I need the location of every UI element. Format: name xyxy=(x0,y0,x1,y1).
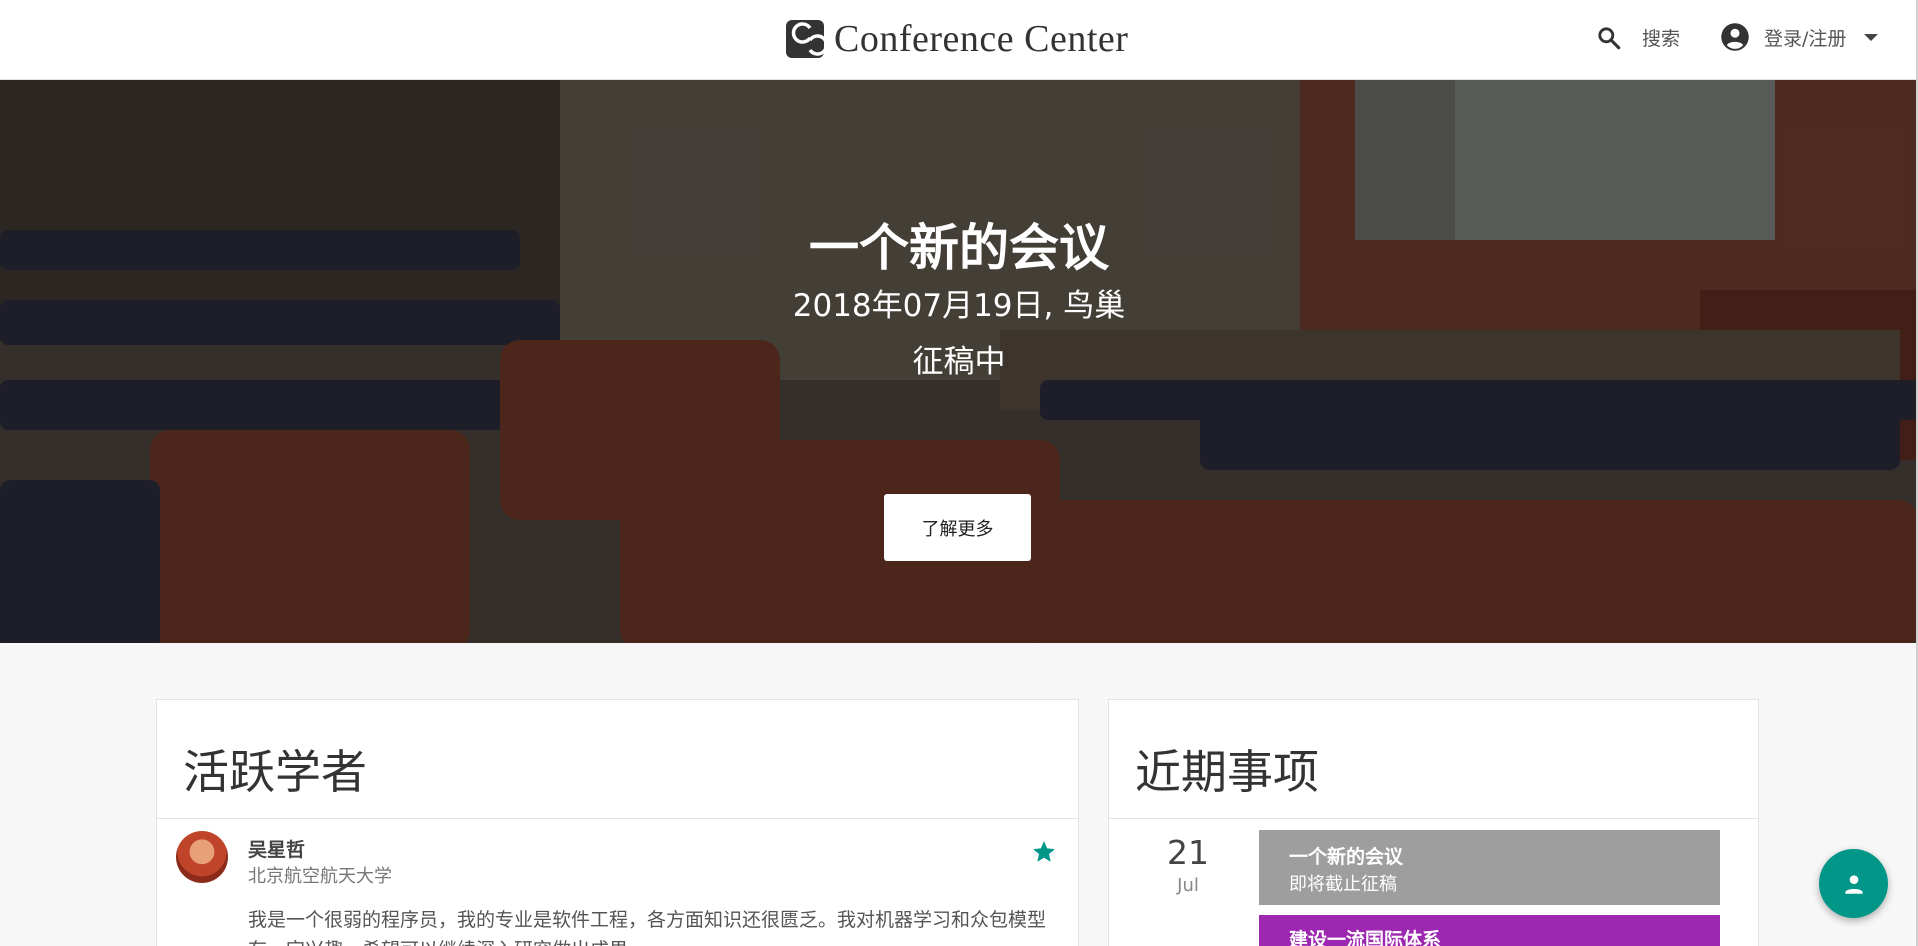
learn-more-button[interactable]: 了解更多 xyxy=(884,494,1031,561)
profile-fab-button[interactable] xyxy=(1819,849,1888,918)
logo-icon xyxy=(786,20,824,58)
hero-banner: 一个新的会议 2018年07月19日, 鸟巢 征稿中 了解更多 xyxy=(0,80,1918,643)
account-circle-icon xyxy=(1721,23,1749,51)
hero-title: 一个新的会议 xyxy=(809,219,1109,277)
event-card[interactable]: 一个新的会议 即将截止征稿 xyxy=(1259,830,1720,905)
person-icon xyxy=(1844,874,1863,894)
avatar[interactable] xyxy=(176,831,228,883)
active-scholars-title: 活跃学者 xyxy=(183,745,367,799)
search-icon xyxy=(1598,26,1621,49)
scholar-bio: 我是一个很弱的程序员，我的专业是软件工程，各方面知识还很匮乏。我对机器学习和众包… xyxy=(248,909,1047,946)
event-title: 一个新的会议 xyxy=(1289,846,1404,868)
event-day: 21 xyxy=(1167,833,1209,872)
active-scholars-card: 活跃学者 吴星哲 北京航空航天大学 我是一个很弱的程序员，我的专业是软件工程，各… xyxy=(156,699,1079,946)
caret-down-icon xyxy=(1864,33,1879,41)
top-navbar: Conference Center 搜索 登录/注册 xyxy=(0,0,1918,80)
login-register-menu[interactable]: 登录/注册 xyxy=(1720,22,1879,52)
scholar-affiliation: 北京航空航天大学 xyxy=(248,866,392,887)
scholar-name[interactable]: 吴星哲 xyxy=(248,835,305,862)
hero-status: 征稿中 xyxy=(912,344,1006,380)
search-label: 搜索 xyxy=(1642,28,1681,50)
divider xyxy=(1109,818,1758,819)
brand-title: Conference Center xyxy=(834,18,1129,60)
upcoming-events-card: 近期事项 21 Jul 一个新的会议 即将截止征稿 建设一流国际体系 xyxy=(1108,699,1759,946)
star-icon[interactable] xyxy=(1031,839,1057,869)
event-title: 建设一流国际体系 xyxy=(1289,929,1442,946)
upcoming-events-title: 近期事项 xyxy=(1135,745,1319,799)
event-status: 即将截止征稿 xyxy=(1289,874,1397,895)
event-month: Jul xyxy=(1177,875,1199,896)
login-label: 登录/注册 xyxy=(1764,27,1847,50)
hero-subtitle: 2018年07月19日, 鸟巢 xyxy=(792,288,1126,324)
event-card[interactable]: 建设一流国际体系 xyxy=(1259,915,1720,946)
divider xyxy=(157,818,1078,819)
brand-link[interactable]: Conference Center xyxy=(786,14,1128,64)
search-button[interactable]: 搜索 xyxy=(1596,24,1680,51)
